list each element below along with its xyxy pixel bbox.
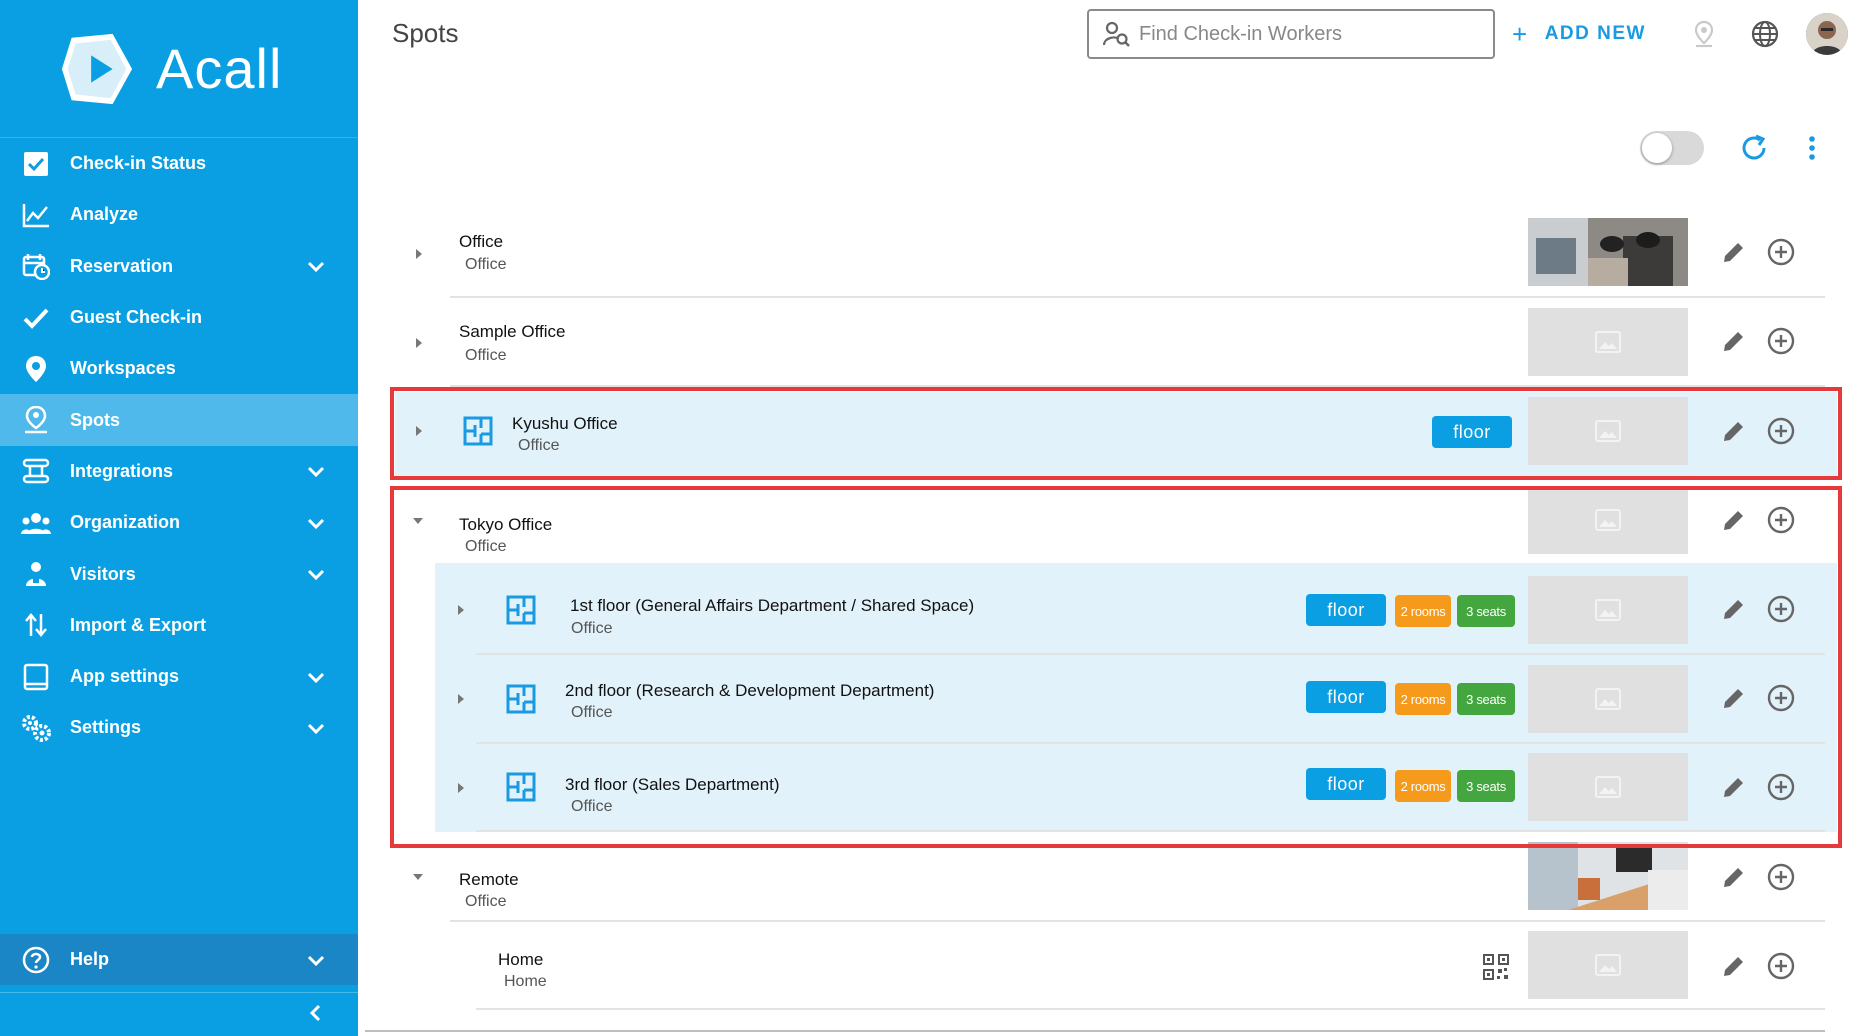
chevron-left-icon bbox=[309, 1004, 321, 1022]
sidebar-item-app-settings[interactable]: App settings bbox=[0, 651, 358, 702]
integrations-icon bbox=[21, 456, 51, 486]
more-vert-icon[interactable] bbox=[1794, 130, 1830, 166]
sidebar-item-organization[interactable]: Organization bbox=[0, 497, 358, 548]
row-divider bbox=[450, 920, 1825, 922]
add-new-label: ADD NEW bbox=[1544, 23, 1646, 44]
sidebar-item-label: Import & Export bbox=[70, 614, 207, 635]
caret-down-icon[interactable] bbox=[409, 868, 427, 886]
sidebar-item-help[interactable]: Help bbox=[0, 934, 358, 985]
checkmark-icon bbox=[21, 303, 51, 333]
spot-type: Office bbox=[465, 893, 507, 910]
sidebar-item-check-in-status[interactable]: Check-in Status bbox=[0, 138, 358, 189]
tablet-icon bbox=[21, 662, 51, 692]
chevron-down-icon[interactable] bbox=[304, 665, 328, 689]
row-divider bbox=[476, 1008, 1825, 1010]
chevron-down-icon[interactable] bbox=[304, 562, 328, 586]
spot-photo bbox=[1528, 218, 1688, 286]
calendar-clock-icon bbox=[21, 251, 51, 281]
visitor-icon bbox=[21, 559, 51, 589]
sidebar-nav: Check-in Status Analyze Reservation Gues… bbox=[0, 138, 358, 754]
plus-icon: + bbox=[1512, 18, 1529, 49]
map-pin-icon bbox=[21, 354, 51, 384]
help-circle-icon bbox=[21, 945, 51, 975]
sidebar-item-spots[interactable]: Spots bbox=[0, 394, 358, 446]
search-box[interactable] bbox=[1087, 9, 1495, 59]
spot-type: Office bbox=[465, 256, 507, 273]
spot-name: Office bbox=[459, 232, 504, 251]
spot-type: Office bbox=[465, 347, 507, 364]
qr-code-icon[interactable] bbox=[1482, 953, 1510, 981]
add-circle-icon[interactable] bbox=[1765, 236, 1797, 268]
globe-icon[interactable] bbox=[1749, 18, 1781, 50]
highlight-frame-tokyo bbox=[390, 486, 1842, 848]
sidebar-item-label: App settings bbox=[70, 666, 180, 687]
sidebar-item-label: Workspaces bbox=[70, 358, 176, 379]
sidebar-item-label: Guest Check-in bbox=[70, 307, 203, 328]
list-bottom-border bbox=[365, 1030, 1825, 1032]
edit-pencil-icon[interactable] bbox=[1718, 861, 1750, 893]
image-placeholder-icon bbox=[1528, 931, 1688, 999]
sidebar-item-workspaces[interactable]: Workspaces bbox=[0, 343, 358, 394]
page-title: Spots bbox=[392, 18, 459, 48]
edit-pencil-icon[interactable] bbox=[1718, 325, 1750, 357]
add-circle-icon[interactable] bbox=[1765, 950, 1797, 982]
sidebar-item-label: Visitors bbox=[70, 563, 136, 584]
edit-pencil-icon[interactable] bbox=[1718, 236, 1750, 268]
sidebar-item-label: Integrations bbox=[70, 460, 174, 481]
person-search-icon bbox=[1103, 21, 1130, 47]
search-input[interactable] bbox=[1139, 22, 1479, 46]
view-toggle[interactable] bbox=[1640, 131, 1704, 165]
import-export-icon bbox=[21, 610, 51, 640]
spot-name: Sample Office bbox=[459, 322, 566, 341]
sidebar-item-label: Check-in Status bbox=[70, 153, 207, 174]
caret-right-icon[interactable] bbox=[410, 334, 428, 352]
sidebar-item-label: Analyze bbox=[70, 204, 139, 225]
checkbox-icon bbox=[21, 149, 51, 179]
highlight-frame-kyushu bbox=[390, 387, 1842, 480]
edit-pencil-icon[interactable] bbox=[1718, 950, 1750, 982]
sidebar-item-reservation[interactable]: Reservation bbox=[0, 241, 358, 292]
sidebar-item-guest-check-in[interactable]: Guest Check-in bbox=[0, 292, 358, 343]
spot-type: Home bbox=[504, 973, 547, 990]
collapse-sidebar-button[interactable] bbox=[0, 992, 358, 1032]
sidebar-item-import-export[interactable]: Import & Export bbox=[0, 600, 358, 651]
sidebar-item-analyze[interactable]: Analyze bbox=[0, 189, 358, 240]
add-circle-icon[interactable] bbox=[1765, 325, 1797, 357]
caret-right-icon[interactable] bbox=[410, 245, 428, 263]
sidebar-item-integrations[interactable]: Integrations bbox=[0, 446, 358, 497]
refresh-icon[interactable] bbox=[1736, 130, 1772, 166]
chevron-down-icon[interactable] bbox=[304, 254, 328, 278]
sidebar-item-label: Organization bbox=[70, 512, 181, 533]
person-pin-icon bbox=[21, 405, 51, 435]
sidebar-item-label: Spots bbox=[70, 409, 121, 430]
sidebar-item-label: Settings bbox=[70, 717, 142, 738]
chevron-down-icon[interactable] bbox=[304, 716, 328, 740]
add-new-button[interactable]: + ADD NEW bbox=[1512, 18, 1646, 50]
avatar[interactable] bbox=[1806, 13, 1848, 55]
people-icon bbox=[21, 508, 51, 538]
chevron-down-icon[interactable] bbox=[304, 511, 328, 535]
line-chart-icon bbox=[21, 200, 51, 230]
row-divider bbox=[450, 296, 1825, 298]
sidebar-item-label: Reservation bbox=[70, 255, 174, 276]
sidebar-item-visitors[interactable]: Visitors bbox=[0, 548, 358, 599]
toggle-knob bbox=[1642, 133, 1672, 163]
spot-name: Home bbox=[498, 950, 544, 969]
chevron-down-icon[interactable] bbox=[304, 459, 328, 483]
spot-photo bbox=[1528, 842, 1688, 910]
logo[interactable]: Acall bbox=[0, 0, 358, 138]
image-placeholder-icon bbox=[1528, 308, 1688, 376]
acall-logo-icon bbox=[61, 33, 133, 104]
sidebar-item-settings[interactable]: Settings bbox=[0, 702, 358, 753]
brand-name: Acall bbox=[156, 37, 283, 100]
add-circle-icon[interactable] bbox=[1765, 861, 1797, 893]
sidebar: Acall Check-in Status Analyze Reservatio… bbox=[0, 0, 358, 1036]
location-pin-icon[interactable] bbox=[1688, 18, 1720, 50]
help-label: Help bbox=[70, 949, 110, 969]
chevron-down-icon[interactable] bbox=[304, 948, 328, 972]
spot-name: Remote bbox=[459, 870, 519, 889]
gears-icon bbox=[21, 713, 51, 743]
